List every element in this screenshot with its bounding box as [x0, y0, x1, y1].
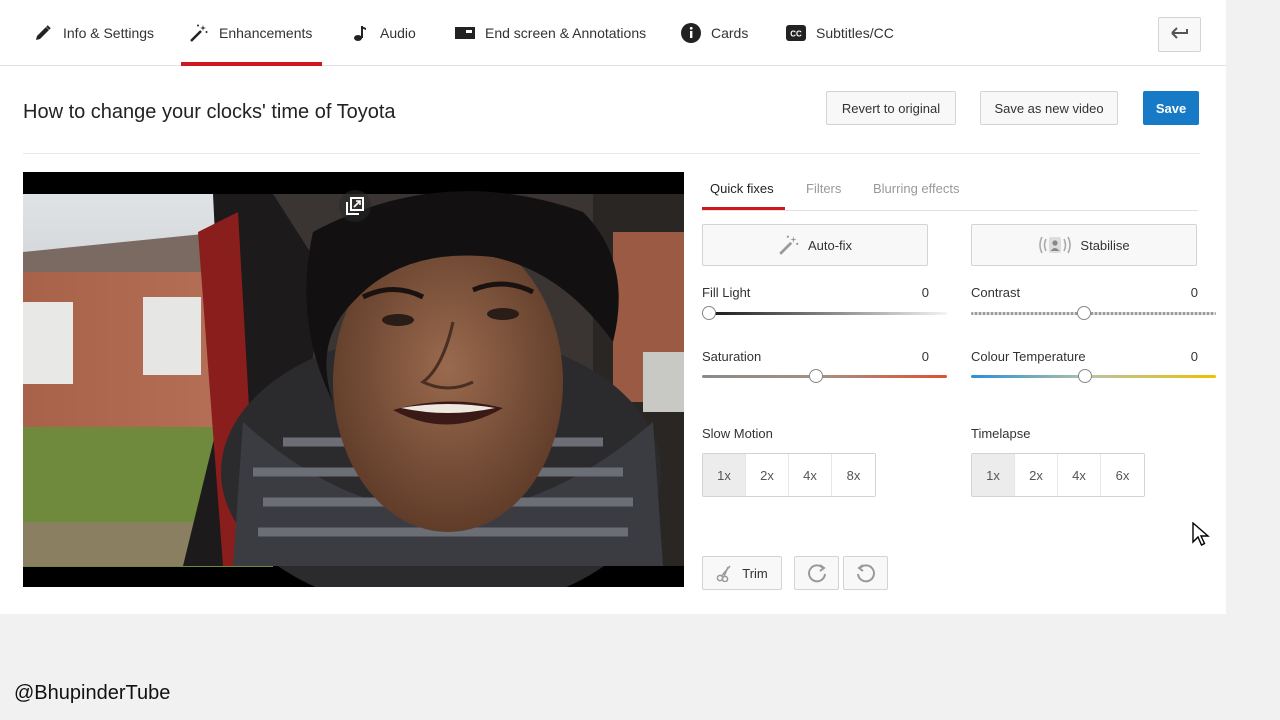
contrast-slider[interactable] [971, 312, 1216, 315]
cc-icon: CC [786, 23, 806, 43]
contrast-handle[interactable] [1077, 306, 1091, 320]
colour-temperature-label: Colour Temperature [971, 349, 1086, 364]
editor-tab-bar: Info & Settings Enhancements Audio End s… [0, 0, 1226, 66]
stabilise-button[interactable]: Stabilise [971, 224, 1197, 266]
subtab-active-indicator [702, 207, 785, 210]
save-as-new-button[interactable]: Save as new video [980, 91, 1118, 125]
subtab-divider [702, 210, 1198, 211]
saturation-label: Saturation [702, 349, 762, 364]
back-button[interactable] [1158, 17, 1201, 52]
mouse-cursor-icon [1192, 521, 1210, 553]
contrast-label: Contrast [971, 285, 1021, 300]
tab-subtitles[interactable]: CC Subtitles/CC [786, 0, 894, 66]
tab-info-settings[interactable]: Info & Settings [33, 0, 154, 66]
fill-light-value: 0 [921, 285, 929, 300]
contrast-value: 0 [1190, 285, 1198, 300]
colour-temperature-handle[interactable] [1078, 369, 1092, 383]
stabilise-label: Stabilise [1080, 237, 1130, 253]
video-title: How to change your clocks' time of Toyot… [23, 101, 396, 123]
slow-motion-selector: 1x 2x 4x 8x [702, 453, 876, 497]
svg-text:CC: CC [790, 30, 802, 39]
timelapse-option[interactable]: 1x [972, 454, 1015, 496]
colour-temperature-value: 0 [1190, 349, 1198, 364]
rotate-left-button[interactable] [843, 556, 888, 590]
trim-label: Trim [742, 565, 768, 581]
scissors-icon [716, 564, 734, 582]
slow-motion-option[interactable]: 2x [746, 454, 789, 496]
slow-motion-option[interactable]: 1x [703, 454, 746, 496]
magic-wand-icon [778, 234, 800, 256]
timelapse-option[interactable]: 2x [1015, 454, 1058, 496]
video-frame [23, 172, 684, 587]
slow-motion-option[interactable]: 4x [789, 454, 832, 496]
colour-temperature-slider[interactable] [971, 375, 1216, 378]
fill-light-handle[interactable] [702, 306, 716, 320]
popout-icon [346, 197, 364, 215]
saturation-slider[interactable] [702, 375, 947, 378]
channel-watermark: @BhupinderTube [14, 682, 171, 704]
tab-label: Subtitles/CC [816, 25, 894, 41]
subtab-quick-fixes[interactable]: Quick fixes [710, 181, 774, 196]
end-screen-icon [455, 23, 475, 43]
trim-button[interactable]: Trim [702, 556, 782, 590]
timelapse-option[interactable]: 6x [1101, 454, 1144, 496]
fill-light-label: Fill Light [702, 285, 751, 300]
timelapse-label: Timelapse [971, 426, 1031, 441]
tab-label: Audio [380, 25, 416, 41]
rotate-clockwise-icon [806, 562, 828, 584]
tab-label: End screen & Annotations [485, 25, 647, 41]
saturation-handle[interactable] [809, 369, 823, 383]
tab-label: Info & Settings [63, 25, 155, 41]
slow-motion-option[interactable]: 8x [832, 454, 875, 496]
subtab-blurring-effects[interactable]: Blurring effects [873, 181, 959, 196]
rotate-counterclockwise-icon [855, 562, 877, 584]
timelapse-selector: 1x 2x 4x 6x [971, 453, 1145, 497]
tab-label: Cards [711, 25, 749, 41]
save-button[interactable]: Save [1143, 91, 1199, 125]
slow-motion-label: Slow Motion [702, 426, 773, 441]
autofix-label: Auto-fix [807, 237, 853, 253]
tab-label: Enhancements [219, 25, 313, 41]
autofix-button[interactable]: Auto-fix [702, 224, 928, 266]
tab-enhancements[interactable]: Enhancements [180, 0, 323, 66]
popout-button[interactable] [339, 190, 371, 222]
pencil-icon [33, 23, 53, 43]
tab-audio[interactable]: Audio [350, 0, 416, 66]
header-divider [23, 153, 1200, 154]
editor-panel: Info & Settings Enhancements Audio End s… [0, 0, 1226, 614]
video-preview[interactable] [23, 172, 684, 587]
fill-light-slider[interactable] [702, 312, 947, 315]
back-arrow-icon [1170, 26, 1189, 44]
magic-wand-icon [189, 23, 209, 43]
music-note-icon [350, 23, 370, 43]
saturation-value: 0 [921, 349, 929, 364]
revert-button[interactable]: Revert to original [826, 91, 956, 125]
rotate-right-button[interactable] [794, 556, 839, 590]
timelapse-option[interactable]: 4x [1058, 454, 1101, 496]
info-icon [681, 23, 701, 43]
subtab-filters[interactable]: Filters [806, 181, 841, 196]
stabilise-icon [1038, 234, 1072, 256]
tab-end-screen[interactable]: End screen & Annotations [455, 0, 646, 66]
tab-cards[interactable]: Cards [681, 0, 748, 66]
